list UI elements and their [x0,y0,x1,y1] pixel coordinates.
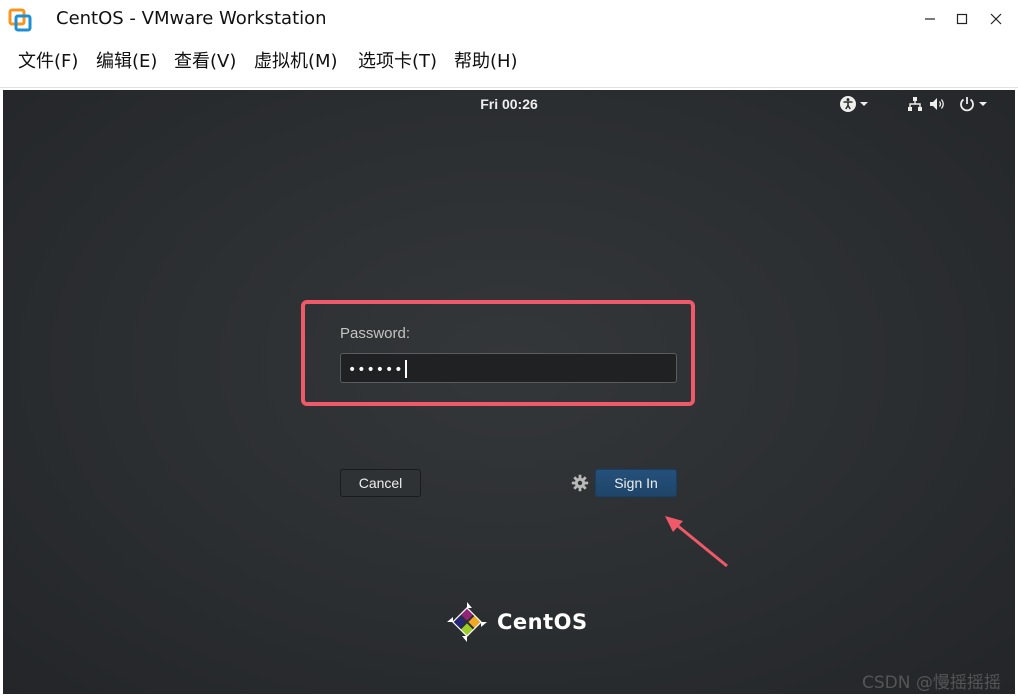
menu-tabs[interactable]: 选项卡(T) [358,50,437,74]
annotation-arrow [665,516,728,568]
close-button[interactable] [976,4,1016,34]
window-title: CentOS - VMware Workstation [56,8,327,29]
password-field[interactable]: •••••• [340,353,677,383]
minimize-icon [925,18,935,20]
chevron-down-icon [979,102,987,106]
watermark: CSDN @慢摇摇摇 [862,673,1001,693]
power-icon [960,97,974,112]
menu-view[interactable]: 查看(V) [174,50,236,74]
volume-icon [930,98,944,110]
title-bar: CentOS - VMware Workstation [0,0,1018,38]
close-icon [990,13,1002,25]
menu-edit[interactable]: 编辑(E) [96,50,157,74]
clock[interactable]: Fri 00:26 [469,96,549,112]
gear-icon [571,474,589,492]
status-menu[interactable] [906,95,990,113]
vm-screen[interactable]: Fri 00:26 Password: •••••• Cancel Sign I… [3,90,1015,694]
accessibility-menu[interactable] [839,95,871,113]
chevron-down-icon [860,102,868,106]
menu-vm[interactable]: 虚拟机(M) [254,50,338,74]
vmware-icon [8,8,32,32]
accessibility-icon [840,96,856,112]
password-label: Password: [340,325,411,342]
centos-logo-text: CentOS [497,610,588,634]
gnome-top-bar: Fri 00:26 [3,90,1015,118]
menu-help[interactable]: 帮助(H) [454,50,518,74]
menu-file[interactable]: 文件(F) [18,50,78,74]
centos-logo: CentOS [445,600,588,644]
password-value: •••••• [348,360,407,378]
menu-bar: 文件(F) 编辑(E) 查看(V) 虚拟机(M) 选项卡(T) 帮助(H) [0,38,1018,88]
maximize-icon [956,13,968,25]
network-icon [908,97,922,111]
centos-logo-icon [447,602,487,642]
text-caret [404,360,407,378]
sign-in-button[interactable]: Sign In [595,469,677,497]
session-options-button[interactable] [571,474,589,496]
cancel-button[interactable]: Cancel [340,469,421,497]
